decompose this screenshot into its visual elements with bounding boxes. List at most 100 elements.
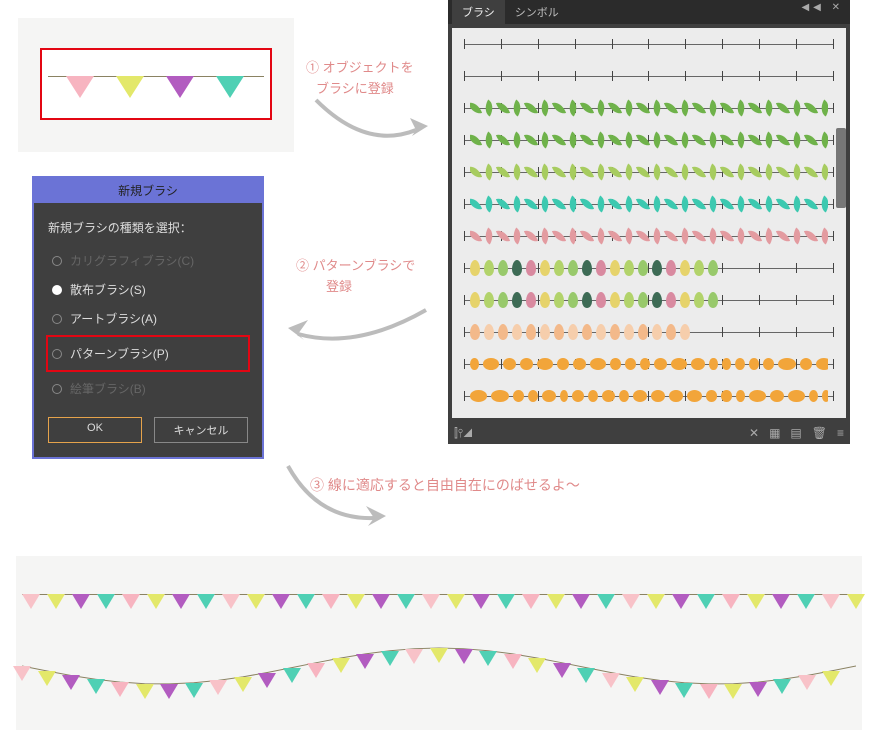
brush-type-option: 絵筆ブラシ(B) [48,374,248,403]
result-flag [172,594,190,609]
brush-type-option[interactable]: アートブラシ(A) [48,304,248,333]
result-flag [772,594,790,609]
result-flag [122,594,140,609]
flag-pink [66,76,94,98]
brush-type-option: カリグラフィブラシ(C) [48,246,248,275]
result-area [16,556,862,730]
library-icon[interactable]: ⫿⫯◢ [454,426,473,441]
result-flag [798,675,816,690]
tab-symbols[interactable]: シンボル [505,0,569,24]
result-flag [372,594,390,609]
radio-icon [52,384,62,394]
brush-type-option[interactable]: 散布ブラシ(S) [48,275,248,304]
new-brush-icon[interactable]: ▤ [790,426,801,440]
artwork-selection-box[interactable] [40,48,272,120]
result-flag [497,594,515,609]
flag-teal [216,76,244,98]
brushes-panel: ブラシ シンボル ◀◀ ✕ ⫿⫯◢ ✕ ▦ ▤ 🗑 ≡ [448,0,850,440]
result-flag [87,679,105,694]
brush-row[interactable] [452,92,846,124]
brush-type-label: 散布ブラシ(S) [70,281,146,298]
result-flag [577,668,595,683]
ok-button[interactable]: OK [48,417,142,443]
result-flag [622,594,640,609]
result-flag [651,680,669,695]
result-flag [847,594,865,609]
radio-icon [52,314,62,324]
brush-row[interactable] [452,156,846,188]
result-flag [602,673,620,688]
result-flag [455,649,473,664]
result-flag [822,671,840,686]
result-flag [675,683,693,698]
result-flag [626,677,644,692]
radio-icon [52,256,62,266]
result-flag [479,651,497,666]
source-artwork-card [18,18,294,152]
dialog-heading: 新規ブラシの種類を選択： [48,219,248,236]
result-flag [430,648,448,663]
brush-type-option[interactable]: パターンブラシ(P) [48,339,248,368]
result-flag [111,682,129,697]
result-flag [47,594,65,609]
result-flag [136,684,154,699]
result-flag [553,663,571,678]
brush-row[interactable] [452,28,846,60]
result-flag [747,594,765,609]
result-flag [572,594,590,609]
arrow-icon-3 [278,460,398,540]
result-flag [258,673,276,688]
flag-yellow [116,76,144,98]
result-flag [528,658,546,673]
panel-tabbar: ブラシ シンボル ◀◀ ✕ [448,0,850,24]
result-flag [272,594,290,609]
brush-row[interactable] [452,348,846,380]
remove-stroke-icon[interactable]: ✕ [749,426,759,440]
result-flag [504,654,522,669]
cancel-button[interactable]: キャンセル [154,417,248,443]
brush-row[interactable] [452,220,846,252]
tab-brushes[interactable]: ブラシ [452,0,505,24]
result-flag [97,594,115,609]
brush-row[interactable] [452,252,846,284]
brush-row[interactable] [452,124,846,156]
result-flag [222,594,240,609]
result-flag [356,654,374,669]
brush-row[interactable] [452,380,846,412]
result-flag [185,683,203,698]
brush-type-label: 絵筆ブラシ(B) [70,380,146,397]
dialog-title: 新規ブラシ [34,178,262,203]
arrow-icon-1 [306,90,436,170]
step1-line1: ① オブジェクトを [306,60,414,75]
brush-row[interactable] [452,284,846,316]
brush-row[interactable] [452,188,846,220]
result-flag [322,594,340,609]
result-flag [247,594,265,609]
result-flag [822,594,840,609]
options-icon[interactable]: ▦ [769,426,780,440]
result-flag [405,649,423,664]
new-brush-dialog: 新規ブラシ 新規ブラシの種類を選択： カリグラフィブラシ(C) 散布ブラシ(S) ア… [32,176,264,459]
highlighted-option: パターンブラシ(P) [46,335,250,372]
brush-type-label: パターンブラシ(P) [70,345,169,362]
brush-row[interactable] [452,316,846,348]
result-flag [332,658,350,673]
panel-collapse-icon[interactable]: ◀◀ ✕ [801,2,844,13]
result-flag [347,594,365,609]
result-bunting-straight [22,588,856,618]
result-flag [197,594,215,609]
radio-icon [52,349,62,359]
panel-body[interactable] [452,28,846,418]
result-flag [72,594,90,609]
radio-icon [52,285,62,295]
result-flag [472,594,490,609]
result-flag [283,668,301,683]
brush-row[interactable] [452,60,846,92]
delete-brush-icon[interactable]: 🗑 [812,426,827,440]
result-flag [697,594,715,609]
panel-footer: ⫿⫯◢ ✕ ▦ ▤ 🗑 ≡ [448,422,850,444]
result-flag [234,677,252,692]
panel-menu-icon[interactable]: ≡ [837,426,844,440]
result-flag [749,682,767,697]
result-flag [597,594,615,609]
